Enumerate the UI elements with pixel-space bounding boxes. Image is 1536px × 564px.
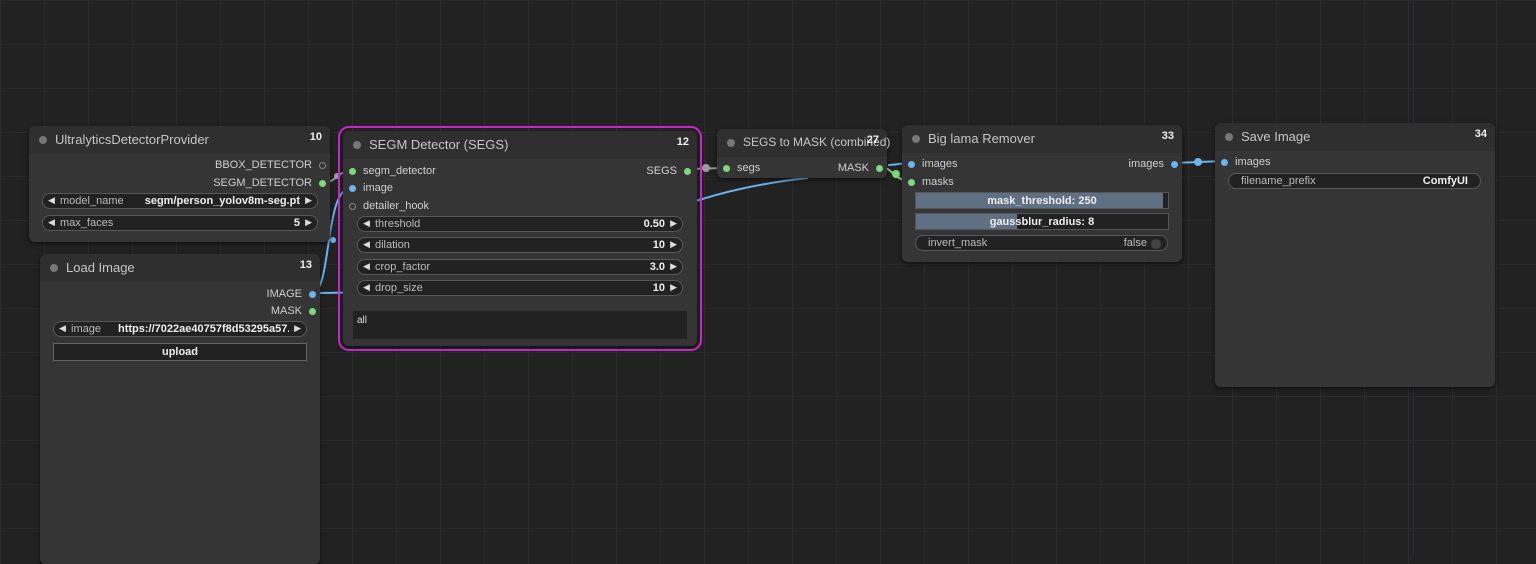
left-arrow-icon[interactable]: ◀ <box>59 323 66 334</box>
max-faces-number[interactable]: ◀ max_faces 5 ▶ <box>42 215 318 231</box>
toggle-knob-icon[interactable] <box>1151 239 1161 249</box>
threshold-number[interactable]: ◀ threshold 0.50 ▶ <box>357 216 683 232</box>
input-slot-icon[interactable] <box>349 203 356 210</box>
right-arrow-icon[interactable]: ▶ <box>670 239 677 250</box>
mask-threshold-slider[interactable]: mask_threshold: 250 <box>915 192 1169 209</box>
output-image[interactable]: IMAGE <box>267 287 316 301</box>
gaussblur-radius-slider[interactable]: gaussblur_radius: 8 <box>915 213 1169 230</box>
input-slot-icon[interactable] <box>723 165 730 172</box>
node-title: SEGM Detector (SEGS) <box>369 137 509 152</box>
left-arrow-icon[interactable]: ◀ <box>363 239 370 250</box>
output-slot-icon[interactable] <box>309 308 316 315</box>
node-title-bar[interactable]: SEGM Detector (SEGS) 12 <box>343 131 697 159</box>
left-arrow-icon[interactable]: ◀ <box>363 218 370 229</box>
input-slot-icon[interactable] <box>1221 159 1228 166</box>
left-arrow-icon[interactable]: ◀ <box>363 282 370 293</box>
output-slot-icon[interactable] <box>319 180 326 187</box>
drop-size-number[interactable]: ◀ drop_size 10 ▶ <box>357 280 683 296</box>
right-arrow-icon[interactable]: ▶ <box>305 217 312 228</box>
input-detailer-hook[interactable]: detailer_hook <box>349 199 429 213</box>
load-image-node[interactable]: Load Image 13 IMAGE MASK ◀ image https:/… <box>40 254 320 564</box>
left-arrow-icon[interactable]: ◀ <box>48 217 55 228</box>
output-slot-icon[interactable] <box>319 162 326 169</box>
node-title: Load Image <box>66 260 135 275</box>
filename-prefix-field[interactable]: filename_prefix ComfyUI <box>1228 173 1481 189</box>
ultralytics-detector-node[interactable]: UltralyticsDetectorProvider 10 BBOX_DETE… <box>29 126 330 242</box>
input-slot-icon[interactable] <box>349 185 356 192</box>
input-segm-detector[interactable]: segm_detector <box>349 164 436 178</box>
right-arrow-icon[interactable]: ▶ <box>670 218 677 229</box>
output-segs[interactable]: SEGS <box>646 164 691 178</box>
left-arrow-icon[interactable]: ◀ <box>48 195 55 206</box>
input-slot-icon[interactable] <box>908 179 915 186</box>
invert-mask-toggle[interactable]: invert_mask false <box>915 235 1168 251</box>
node-title-bar[interactable]: UltralyticsDetectorProvider 10 <box>29 126 330 154</box>
output-mask[interactable]: MASK <box>271 304 316 318</box>
output-segm-detector[interactable]: SEGM_DETECTOR <box>213 176 326 190</box>
input-images[interactable]: images <box>908 157 957 171</box>
collapse-dot-icon[interactable] <box>39 136 47 144</box>
collapse-dot-icon[interactable] <box>50 264 58 272</box>
node-title-bar[interactable]: Big lama Remover 33 <box>902 125 1182 153</box>
segs-to-mask-node[interactable]: SEGS to MASK (combined) 27 segs MASK <box>717 129 890 178</box>
input-segs[interactable]: segs <box>723 161 760 175</box>
segm-detector-node[interactable]: SEGM Detector (SEGS) 12 segm_detector im… <box>338 126 702 351</box>
output-mask[interactable]: MASK <box>838 161 883 175</box>
collapse-dot-icon[interactable] <box>727 139 735 147</box>
output-slot-icon[interactable] <box>1171 161 1178 168</box>
input-images[interactable]: images <box>1221 155 1270 169</box>
node-title: UltralyticsDetectorProvider <box>55 132 209 147</box>
image-combo[interactable]: ◀ image https://7022ae40757f8d53295a57..… <box>53 321 307 337</box>
crop-factor-number[interactable]: ◀ crop_factor 3.0 ▶ <box>357 259 683 275</box>
output-slot-icon[interactable] <box>309 291 316 298</box>
input-masks[interactable]: masks <box>908 175 954 189</box>
left-arrow-icon[interactable]: ◀ <box>363 261 370 272</box>
save-image-node[interactable]: Save Image 34 images filename_prefix Com… <box>1215 123 1495 387</box>
output-bbox-detector[interactable]: BBOX_DETECTOR <box>215 158 326 172</box>
node-title: Save Image <box>1241 129 1311 144</box>
node-id: 33 <box>1161 130 1174 142</box>
input-image[interactable]: image <box>349 181 393 195</box>
input-slot-icon[interactable] <box>908 161 915 168</box>
dilation-number[interactable]: ◀ dilation 10 ▶ <box>357 237 683 253</box>
node-id: 27 <box>866 134 879 146</box>
node-title: Big lama Remover <box>928 131 1035 146</box>
output-images[interactable]: images <box>1129 157 1178 171</box>
output-slot-icon[interactable] <box>684 168 691 175</box>
node-title-bar[interactable]: Save Image 34 <box>1215 123 1495 151</box>
big-lama-remover-node[interactable]: Big lama Remover 33 images masks images … <box>902 125 1182 262</box>
input-slot-icon[interactable] <box>349 168 356 175</box>
right-arrow-icon[interactable]: ▶ <box>670 261 677 272</box>
right-arrow-icon[interactable]: ▶ <box>670 282 677 293</box>
node-title-bar[interactable]: SEGS to MASK (combined) 27 <box>717 129 890 157</box>
collapse-dot-icon[interactable] <box>1225 133 1233 141</box>
model-name-combo[interactable]: ◀ model_name segm/person_yolov8m-seg.pt … <box>42 193 318 209</box>
labels-textarea[interactable]: all <box>353 311 687 339</box>
collapse-dot-icon[interactable] <box>353 141 361 149</box>
node-id: 10 <box>309 131 322 143</box>
output-slot-icon[interactable] <box>876 165 883 172</box>
node-id: 12 <box>676 136 689 148</box>
node-id: 34 <box>1474 128 1487 140</box>
node-id: 13 <box>299 259 312 271</box>
node-title-bar[interactable]: Load Image 13 <box>40 254 320 282</box>
right-arrow-icon[interactable]: ▶ <box>294 323 301 334</box>
upload-button[interactable]: upload <box>53 343 307 361</box>
collapse-dot-icon[interactable] <box>912 135 920 143</box>
right-arrow-icon[interactable]: ▶ <box>305 195 312 206</box>
